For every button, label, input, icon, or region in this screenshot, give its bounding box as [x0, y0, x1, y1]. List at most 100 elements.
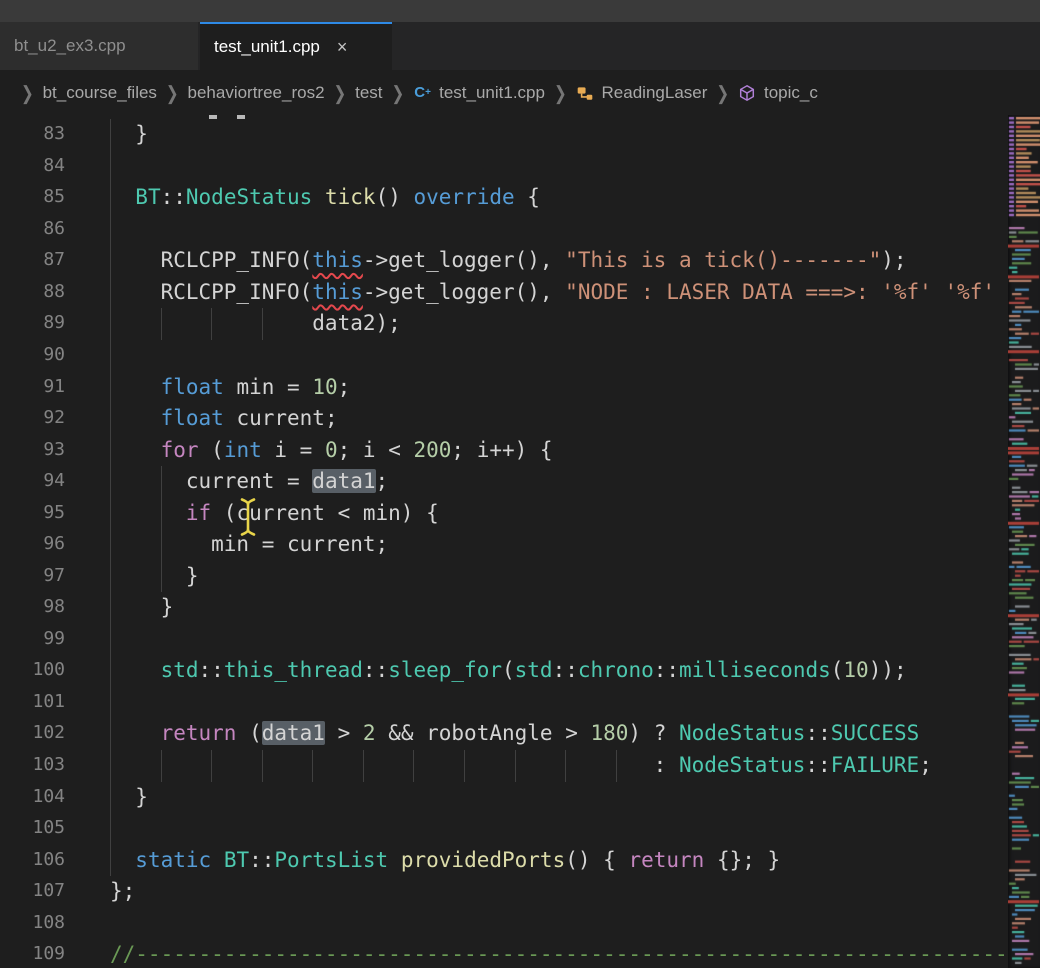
breadcrumb-item-readinglaser[interactable]: ReadingLaser [576, 83, 708, 103]
line-number: 107 [0, 880, 65, 901]
code-line[interactable]: RCLCPP_INFO(this->get_logger(), "NODE : … [110, 277, 1008, 309]
code-editor[interactable]: 83 }8485 BT::NodeStatus tick() override … [0, 115, 1040, 968]
tab-label: bt_u2_ex3.cpp [14, 36, 126, 56]
code-token: 2 [363, 721, 376, 745]
code-token: } [110, 564, 199, 588]
code-token: if [186, 501, 211, 525]
line-number: 86 [0, 218, 65, 239]
word-highlight-token: data1 [312, 469, 375, 493]
breadcrumb-item-behaviortree-ros2[interactable]: behaviortree_ros2 [188, 83, 325, 103]
code-token: "This is a tick()-------" [565, 248, 881, 272]
code-token: () [376, 185, 414, 209]
line-number: 103 [0, 754, 65, 775]
indent-guide [110, 340, 111, 372]
code-token: :: [654, 658, 679, 682]
code-token: }; [110, 879, 135, 903]
code-line[interactable]: static BT::PortsList providedPorts() { r… [110, 845, 780, 877]
code-token: :: [199, 658, 224, 682]
code-token: ; i++) { [451, 438, 552, 462]
clipped-line-fragment [237, 115, 245, 119]
code-line[interactable]: float current; [110, 403, 338, 435]
editor-tab-bar: bt_u2_ex3.cpp test_unit1.cpp × [0, 22, 1040, 70]
text-cursor-ibeam [239, 497, 257, 537]
chevron-right-icon: ❯ [716, 81, 729, 104]
code-token [211, 848, 224, 872]
code-token: float [161, 406, 224, 430]
chevron-right-icon: ❯ [554, 81, 567, 104]
code-line[interactable]: } [110, 561, 199, 593]
chevron-right-icon: ❯ [392, 81, 405, 104]
code-token: providedPorts [401, 848, 565, 872]
code-token: ; [376, 469, 389, 493]
code-token: sleep_for [388, 658, 502, 682]
line-number: 100 [0, 659, 65, 680]
code-token: NodeStatus [679, 721, 805, 745]
code-line[interactable]: for (int i = 0; i < 200; i++) { [110, 435, 553, 467]
code-line[interactable]: : NodeStatus::FAILURE; [110, 750, 932, 782]
code-line[interactable]: BT::NodeStatus tick() override { [110, 182, 540, 214]
code-token [110, 185, 135, 209]
tab-label: test_unit1.cpp [214, 37, 320, 57]
line-number: 98 [0, 596, 65, 617]
code-line[interactable]: } [110, 782, 148, 814]
code-line[interactable]: data2); [110, 308, 401, 340]
code-viewport[interactable]: 83 }8485 BT::NodeStatus tick() override … [0, 115, 1008, 968]
code-token: { [515, 185, 540, 209]
symbol-method-icon [738, 83, 757, 102]
line-number: 96 [0, 533, 65, 554]
code-token: > [325, 721, 363, 745]
code-token: 0 [325, 438, 338, 462]
code-token [312, 185, 325, 209]
code-line[interactable]: current = data1; [110, 466, 388, 498]
line-number: 87 [0, 249, 65, 270]
tab-bt-u2-ex3[interactable]: bt_u2_ex3.cpp [0, 22, 198, 70]
code-token: } [110, 595, 173, 619]
code-token: :: [249, 848, 274, 872]
code-line[interactable]: std::this_thread::sleep_for(std::chrono:… [110, 655, 907, 687]
code-line[interactable]: } [110, 119, 148, 151]
close-icon[interactable]: × [334, 38, 351, 56]
code-token: ; [919, 753, 932, 777]
code-token: current = [110, 469, 312, 493]
indent-guide [110, 687, 111, 719]
code-line[interactable]: float min = 10; [110, 372, 350, 404]
code-token [110, 406, 161, 430]
code-token: "NODE : LASER DATA ===>: '%f' '%f' '%f' [565, 280, 1008, 304]
breadcrumb-item-bt-course-files[interactable]: bt_course_files [43, 83, 157, 103]
code-line[interactable]: } [110, 592, 173, 624]
breadcrumb-item-test-unit1-cpp[interactable]: C+ test_unit1.cpp [413, 83, 545, 103]
breadcrumb-item-test[interactable]: test [355, 83, 382, 103]
line-number: 97 [0, 565, 65, 586]
code-line[interactable]: return (data1 > 2 && robotAngle > 180) ?… [110, 718, 919, 750]
code-token: ) ? [628, 721, 679, 745]
line-number: 108 [0, 912, 65, 933]
code-line[interactable]: }; [110, 876, 135, 908]
code-token: } [110, 785, 148, 809]
code-token: i = [262, 438, 325, 462]
code-token: BT [224, 848, 249, 872]
line-number: 83 [0, 123, 65, 144]
code-token: return [161, 721, 237, 745]
code-token: :: [553, 658, 578, 682]
code-token: 200 [413, 438, 451, 462]
code-token: this_thread [224, 658, 363, 682]
code-token: PortsList [274, 848, 388, 872]
code-line[interactable]: if (current < min) { [110, 498, 439, 530]
code-token [110, 721, 161, 745]
minimap[interactable] [1008, 115, 1040, 968]
line-number: 102 [0, 722, 65, 743]
error-underlined-token: this [312, 248, 363, 272]
tab-test-unit1[interactable]: test_unit1.cpp × [200, 22, 392, 70]
line-number: 89 [0, 312, 65, 333]
code-token [110, 375, 161, 399]
line-number: 109 [0, 943, 65, 964]
breadcrumb-item-topic[interactable]: topic_c [738, 83, 818, 103]
code-token: ; i < [338, 438, 414, 462]
indent-guide [110, 813, 111, 845]
code-token: ; [338, 375, 351, 399]
code-line[interactable]: RCLCPP_INFO(this->get_logger(), "This is… [110, 245, 907, 277]
line-number: 90 [0, 344, 65, 365]
code-token: float [161, 375, 224, 399]
code-line[interactable]: //--------------------------------------… [110, 939, 1008, 968]
clipped-line-fragment [209, 115, 217, 119]
